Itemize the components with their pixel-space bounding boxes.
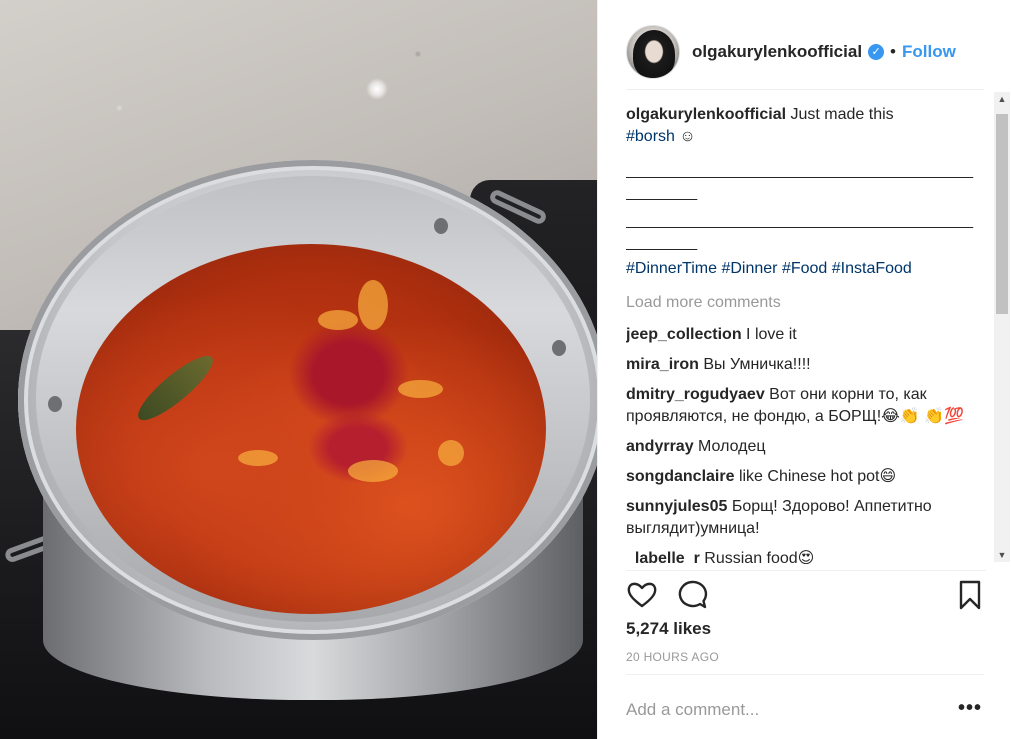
- pot-rivet: [434, 218, 448, 234]
- caption-divider: _______________________________________: [626, 162, 974, 179]
- light-reflection: [366, 78, 388, 100]
- hashtag-link[interactable]: #Food: [782, 260, 827, 277]
- foam-blob: [238, 450, 278, 466]
- caption-divider: _______________________________________: [626, 212, 974, 229]
- post-actions-bar: [626, 570, 986, 614]
- comment-text: I love it: [746, 326, 797, 343]
- hashtag-link[interactable]: #InstaFood: [832, 260, 912, 277]
- caption-divider: ________: [626, 234, 698, 251]
- foam-blob: [348, 460, 398, 482]
- scroll-up-arrow-icon[interactable]: ▲: [994, 92, 1010, 106]
- comment-text: Молодец: [698, 438, 766, 455]
- post-photo[interactable]: [0, 0, 597, 739]
- comment-item: mira_iron Вы Умничка!!!!: [626, 354, 986, 376]
- caption-divider: ________: [626, 184, 698, 201]
- header-separator: •: [890, 41, 896, 61]
- comment-item: andyrray Молодец: [626, 436, 986, 458]
- comment-username[interactable]: jeep_collection: [626, 326, 742, 343]
- comments-scrollbar[interactable]: ▲ ▼: [994, 92, 1010, 562]
- bookmark-icon[interactable]: [954, 579, 986, 611]
- pot-rivet: [48, 396, 62, 412]
- load-more-comments-button[interactable]: Load more comments: [626, 292, 986, 314]
- foam-blob: [398, 380, 443, 398]
- more-options-icon[interactable]: •••: [958, 697, 982, 720]
- comment-username[interactable]: songdanclaire: [626, 468, 734, 485]
- comment-text: Вы Умничка!!!!: [703, 356, 811, 373]
- comment-text: Russian food😍: [704, 550, 815, 564]
- comments-list[interactable]: olgakurylenkoofficial Just made this #bo…: [626, 104, 986, 564]
- pot-rivet: [552, 340, 566, 356]
- add-comment-section: •••: [626, 674, 984, 739]
- comment-username[interactable]: sunnyjules05: [626, 498, 727, 515]
- post-timestamp[interactable]: 20 HOURS AGO: [626, 650, 719, 664]
- comment-item: _labelle_r Russian food😍: [626, 548, 986, 564]
- comment-bubble-icon[interactable]: [676, 579, 708, 611]
- soup-pot: [3, 160, 597, 700]
- header-username[interactable]: olgakurylenkoofficial: [692, 42, 862, 62]
- hashtag-link[interactable]: #borsh: [626, 128, 675, 145]
- comment-item: sunnyjules05 Борщ! Здорово! Аппетитно вы…: [626, 496, 986, 540]
- foam-blob: [438, 440, 464, 466]
- comment-username[interactable]: andyrray: [626, 438, 694, 455]
- comment-text: like Chinese hot pot😄: [738, 468, 897, 485]
- post-caption: olgakurylenkoofficial Just made this #bo…: [626, 104, 986, 280]
- comment-item: jeep_collection I love it: [626, 324, 986, 346]
- avatar-portrait: [633, 29, 675, 78]
- foam-blob: [318, 310, 358, 330]
- caption-text: Just made this: [790, 106, 894, 123]
- scroll-down-arrow-icon[interactable]: ▼: [994, 548, 1010, 562]
- comment-username[interactable]: _labelle_r: [626, 550, 700, 564]
- post-side-panel: olgakurylenkoofficial ✓ • Follow olgakur…: [597, 0, 1011, 739]
- borsch-soup: [76, 244, 546, 614]
- instagram-post-view: olgakurylenkoofficial ✓ • Follow olgakur…: [0, 0, 1011, 739]
- post-header: olgakurylenkoofficial ✓ • Follow: [626, 14, 984, 90]
- hashtag-link[interactable]: #DinnerTime: [626, 260, 717, 277]
- caption-hashtags: #DinnerTime #Dinner #Food #InstaFood: [626, 258, 986, 280]
- follow-button[interactable]: Follow: [902, 42, 956, 62]
- foam-blob: [358, 280, 388, 330]
- likes-count[interactable]: 5,274 likes: [626, 619, 711, 639]
- verified-badge-icon: ✓: [868, 43, 885, 60]
- comment-item: dmitry_rogudyaev Вот они корни то, как п…: [626, 384, 986, 428]
- avatar[interactable]: [626, 24, 680, 79]
- smile-emoji: ☺: [679, 128, 696, 145]
- caption-username[interactable]: olgakurylenkoofficial: [626, 106, 786, 123]
- heart-icon[interactable]: [626, 579, 658, 611]
- hashtag-link[interactable]: #Dinner: [721, 260, 777, 277]
- scrollbar-thumb[interactable]: [996, 114, 1008, 314]
- add-comment-input[interactable]: [626, 695, 946, 725]
- comment-item: songdanclaire like Chinese hot pot😄: [626, 466, 986, 488]
- comment-username[interactable]: mira_iron: [626, 356, 699, 373]
- comment-username[interactable]: dmitry_rogudyaev: [626, 386, 765, 403]
